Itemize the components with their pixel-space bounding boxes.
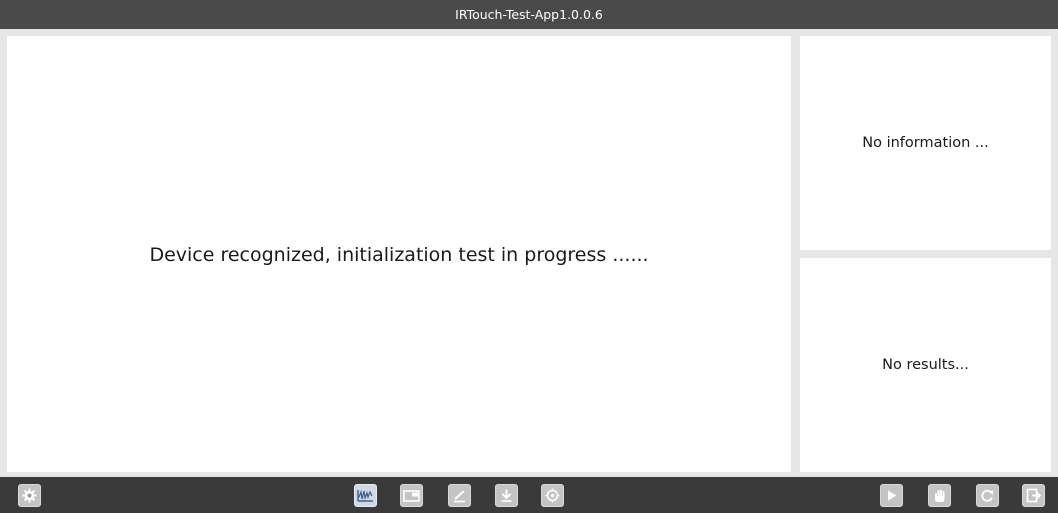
results-text: No results... <box>882 357 969 373</box>
information-text: No information ... <box>862 135 989 151</box>
results-panel: No results... <box>800 258 1051 472</box>
settings-button[interactable] <box>18 484 41 507</box>
hand-icon <box>933 488 947 503</box>
draw-button[interactable] <box>448 484 471 507</box>
window-title: IRTouch-Test-App1.0.0.6 <box>455 7 603 22</box>
calibration-button[interactable] <box>541 484 564 507</box>
title-bar: IRTouch-Test-App1.0.0.6 <box>0 0 1058 29</box>
play-icon <box>885 489 898 502</box>
main-display-panel: Device recognized, initialization test i… <box>7 36 791 472</box>
exit-icon <box>1026 488 1041 503</box>
status-message: Device recognized, initialization test i… <box>149 244 649 266</box>
waveform-button[interactable] <box>354 484 377 507</box>
touch-test-button[interactable] <box>928 484 951 507</box>
app-window: IRTouch-Test-App1.0.0.6 Device recognize… <box>0 0 1058 513</box>
target-icon <box>545 488 560 503</box>
information-panel: No information ... <box>800 36 1051 250</box>
download-button[interactable] <box>495 484 518 507</box>
ir-panel-button[interactable] <box>400 484 423 507</box>
refresh-button[interactable] <box>976 484 999 507</box>
download-icon <box>499 488 514 503</box>
ir-panel-icon <box>403 489 420 503</box>
exit-button[interactable] <box>1022 484 1045 507</box>
play-button[interactable] <box>880 484 903 507</box>
pen-icon <box>452 488 467 503</box>
refresh-icon <box>980 488 995 503</box>
waveform-icon <box>357 488 374 503</box>
bottom-toolbar <box>0 477 1058 513</box>
gear-icon <box>22 488 37 503</box>
